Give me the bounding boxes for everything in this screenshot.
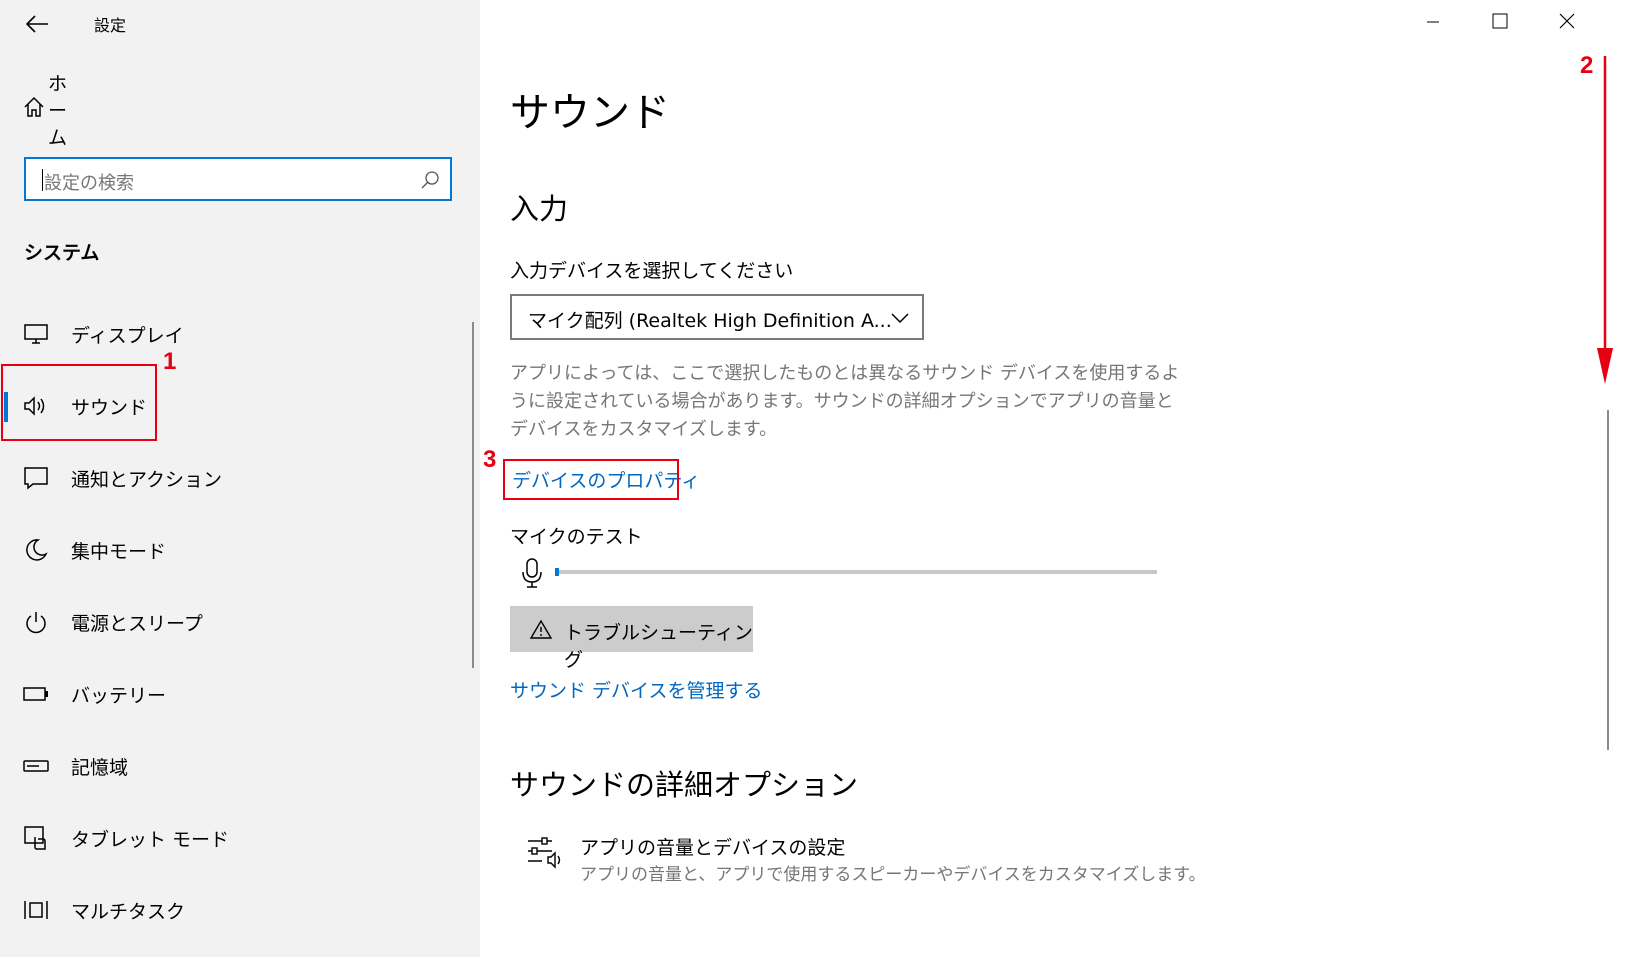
minimize-icon	[1426, 14, 1440, 33]
battery-icon	[22, 680, 50, 708]
mic-level-track	[555, 570, 1157, 574]
sidebar-item-multitasking[interactable]: マルチタスク	[0, 882, 480, 938]
notification-icon	[22, 464, 50, 492]
annotation-box-1	[1, 364, 157, 441]
app-volume-sliders-icon	[526, 835, 566, 871]
sidebar-item-label: バッテリー	[71, 684, 167, 707]
tablet-icon	[22, 824, 50, 852]
text-caret	[42, 169, 43, 191]
warning-icon	[529, 619, 553, 639]
maximize-icon	[1492, 13, 1508, 33]
sidebar-item-tablet-mode[interactable]: タブレット モード	[0, 810, 480, 866]
moon-icon	[22, 536, 50, 564]
section-title: システム	[24, 242, 100, 264]
sidebar-item-notifications[interactable]: 通知とアクション	[0, 450, 480, 506]
app-volume-settings-description: アプリの音量と、アプリで使用するスピーカーやデバイスをカスタマイズします。	[580, 865, 1206, 885]
app-volume-settings-link[interactable]: アプリの音量とデバイスの設定	[580, 833, 845, 860]
maximize-button[interactable]	[1477, 8, 1523, 38]
input-device-select[interactable]: マイク配列 (Realtek High Definition A...	[510, 294, 924, 340]
home-nav-item[interactable]: ホーム	[22, 73, 67, 149]
annotation-number-1: 1	[163, 348, 177, 375]
input-device-label: 入力デバイスを選択してください	[510, 260, 794, 282]
home-icon	[22, 95, 46, 123]
mic-level-fill	[555, 568, 559, 576]
sidebar-item-display[interactable]: ディスプレイ	[0, 306, 480, 362]
sidebar-item-storage[interactable]: 記憶域	[0, 738, 480, 794]
search-placeholder: 設定の検索	[44, 173, 134, 194]
sidebar-item-label: 通知とアクション	[71, 468, 223, 491]
multitask-icon	[22, 896, 50, 924]
home-label: ホーム	[48, 72, 68, 149]
sidebar-item-label: 記憶域	[71, 756, 129, 779]
search-input[interactable]: 設定の検索	[24, 157, 452, 201]
display-icon	[22, 320, 50, 348]
page-title: サウンド	[510, 90, 670, 136]
microphone-icon	[520, 557, 544, 589]
close-icon	[1559, 13, 1575, 33]
sidebar-item-label: 集中モード	[71, 540, 167, 563]
back-arrow-icon[interactable]	[22, 10, 52, 38]
advanced-options-heading: サウンドの詳細オプション	[510, 768, 859, 802]
storage-icon	[22, 752, 50, 780]
troubleshoot-label: トラブルシューティング	[564, 622, 753, 671]
input-device-description: アプリによっては、ここで選択したものとは異なるサウンド デバイスを使用するように…	[510, 363, 1180, 440]
troubleshoot-button[interactable]: トラブルシューティング	[510, 606, 753, 671]
annotation-number-3: 3	[483, 446, 497, 473]
sidebar: 設定 ホーム 設定の検索 システム ディスプレイ サウンド 通知とアクション 集…	[0, 0, 480, 957]
search-icon[interactable]	[420, 170, 440, 190]
sidebar-item-label: タブレット モード	[71, 828, 230, 851]
selected-device-value: マイク配列 (Realtek High Definition A...	[528, 310, 892, 332]
app-title: 設定	[94, 16, 127, 35]
annotation-box-3	[503, 459, 679, 500]
minimize-button[interactable]	[1410, 8, 1456, 38]
sidebar-scrollbar[interactable]	[472, 322, 474, 668]
annotation-arrow-down	[1592, 56, 1618, 386]
sidebar-item-label: マルチタスク	[71, 900, 186, 923]
close-button[interactable]	[1544, 8, 1590, 38]
mic-test-label: マイクのテスト	[510, 526, 643, 548]
sidebar-item-label: ディスプレイ	[71, 324, 184, 347]
input-section-heading: 入力	[510, 192, 569, 226]
sidebar-item-power[interactable]: 電源とスリープ	[0, 594, 480, 650]
chevron-down-icon	[890, 308, 910, 328]
manage-sound-devices-link[interactable]: サウンド デバイスを管理する	[510, 676, 762, 703]
sidebar-item-battery[interactable]: バッテリー	[0, 666, 480, 722]
power-icon	[22, 608, 50, 636]
main-scrollbar[interactable]	[1607, 410, 1609, 750]
sidebar-item-focus[interactable]: 集中モード	[0, 522, 480, 578]
sidebar-item-label: 電源とスリープ	[71, 612, 203, 635]
